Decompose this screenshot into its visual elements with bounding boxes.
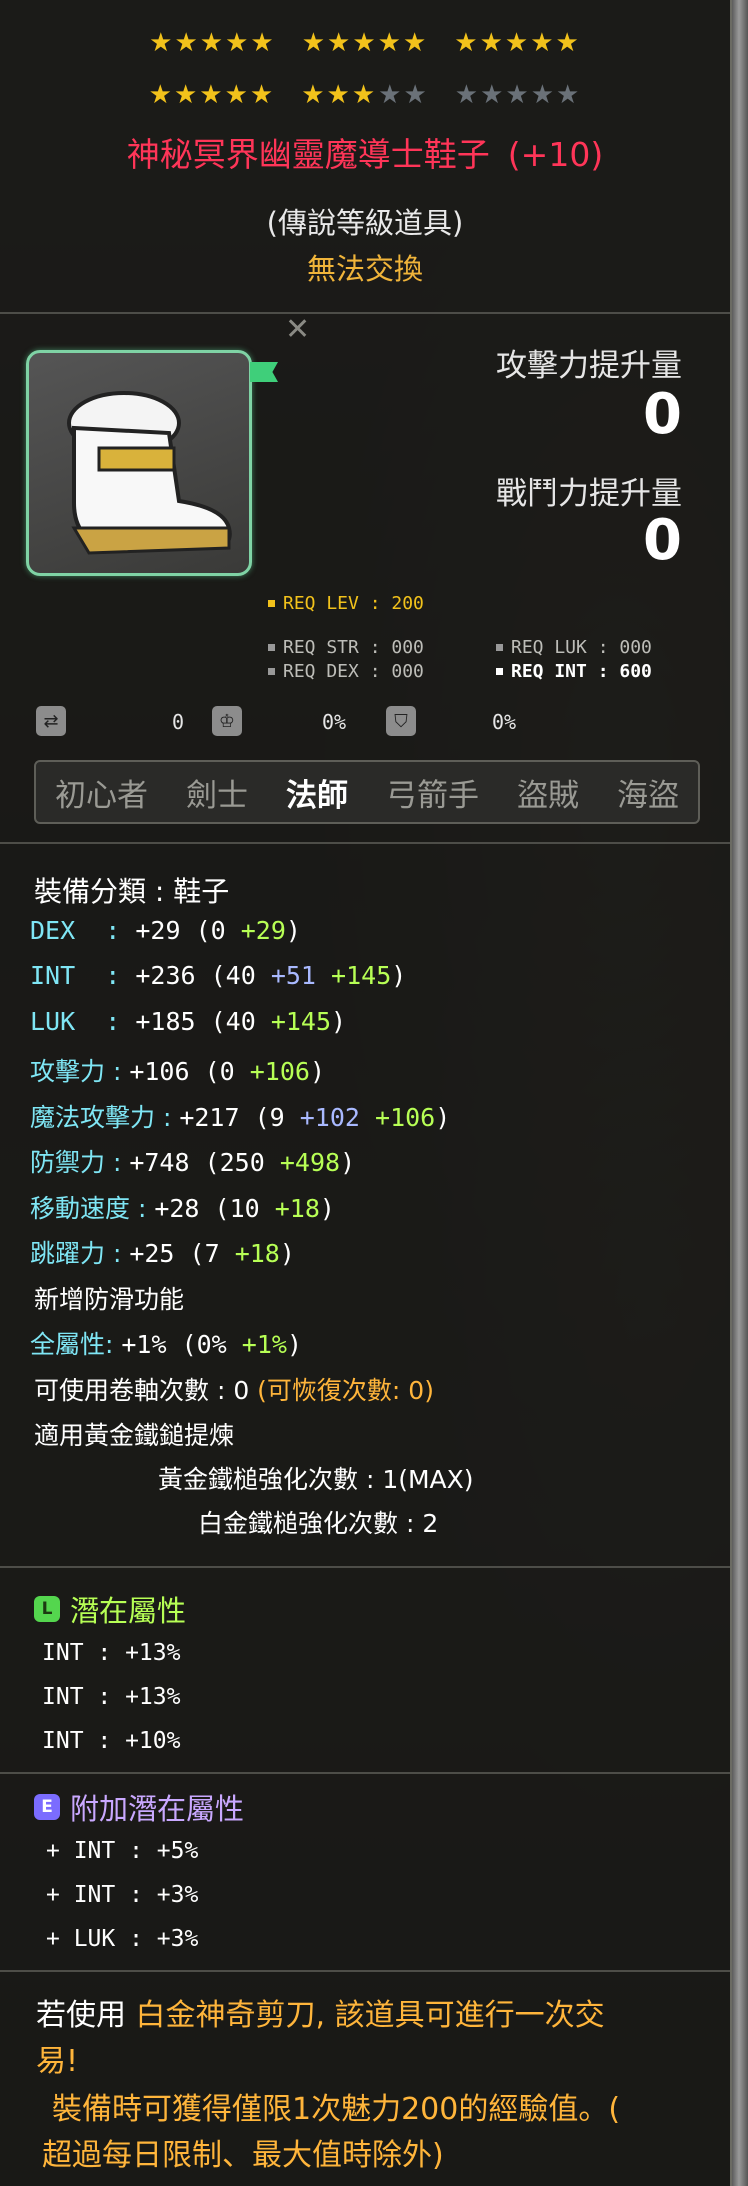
window-edge-scrollbar[interactable]: [730, 0, 748, 2186]
enhance-level: (+10): [507, 135, 604, 174]
misc-stats-row: ⇄ 0 ♔ 0% ⛉ 0%: [36, 706, 716, 746]
stat-defense: 防禦力 : +748 (250 +498): [30, 1148, 356, 1177]
req-str: REQ STR : 000: [268, 637, 424, 658]
divider: [0, 1566, 730, 1568]
item-name-text: 神秘冥界幽靈魔導士鞋子: [126, 135, 490, 174]
stat-int: INT : +236 (40 +51 +145): [30, 961, 407, 990]
equip-category: 裝備分類 : 鞋子: [34, 875, 230, 908]
potential-line-1: INT : +13%: [42, 1640, 181, 1666]
potential-line-2: INT : +13%: [42, 1684, 181, 1710]
item-icon-frame: [26, 350, 252, 576]
req-level: REQ LEV : 200: [268, 593, 424, 614]
job-magician: 法師: [286, 777, 348, 814]
job-beginner: 初心者: [55, 777, 148, 814]
bonus-potential-line-3: + LUK : +3%: [46, 1926, 199, 1952]
stat-speed: 移動速度 : +28 (10 +18): [30, 1194, 335, 1223]
golden-hammer-count: 黃金鐵槌強化次數 : 1(MAX): [158, 1465, 474, 1494]
platinum-hammer-count: 白金鐵槌強化次數 : 2: [198, 1509, 439, 1538]
item-tooltip: ★★★★★ ★★★★★ ★★★★★ ★★★★★ ★★★ ★★ ★★★★★ 神秘冥界…: [0, 0, 732, 2186]
star-force-row-1: ★★★★★ ★★★★★ ★★★★★: [149, 28, 581, 58]
mini-stat-3: 0%: [492, 710, 517, 734]
bonus-potential-line-1: + INT : +5%: [46, 1838, 199, 1864]
potential-line-3: INT : +10%: [42, 1728, 181, 1754]
attack-gain-label: 攻擊力提升量: [496, 348, 682, 384]
anti-slip-label: 新增防滑功能: [34, 1285, 185, 1314]
job-pirate: 海盜: [617, 777, 679, 814]
stat-dex: DEX : +29 (0 +29): [30, 916, 301, 945]
attack-gain-value: 0: [643, 382, 682, 447]
item-name: 神秘冥界幽靈魔導士鞋子 (+10): [0, 128, 730, 176]
epic-badge-icon: E: [34, 1794, 60, 1820]
star-force-row-2: ★★★★★ ★★★ ★★ ★★★★★: [148, 80, 582, 110]
shield-icon: ⛉: [386, 706, 416, 736]
potential-header: L 潛在屬性: [34, 1588, 186, 1630]
job-requirement-bar: 初心者 劍士 法師 弓箭手 盜賊 海盜: [34, 760, 700, 824]
job-archer: 弓箭手: [386, 777, 479, 814]
req-int: REQ INT : 600: [496, 661, 652, 682]
combat-gain-label: 戰鬥力提升量: [496, 476, 682, 512]
stat-all: 全屬性: +1% (0% +1%): [30, 1330, 303, 1359]
upgrade-icon: ⇄: [36, 706, 66, 736]
charm-note: 裝備時可獲得僅限1次魅力200的經驗值。(: [52, 2092, 621, 2127]
crown-icon: ♔: [212, 706, 242, 736]
charm-note-cont: 超過每日限制、最大值時除外): [42, 2138, 444, 2173]
legendary-badge-icon: L: [34, 1596, 60, 1622]
stat-luk: LUK : +185 (40 +145): [30, 1007, 347, 1036]
mini-stat-1: 0: [172, 710, 185, 734]
stat-attack: 攻擊力 : +106 (0 +106): [30, 1057, 326, 1086]
bonus-potential-line-2: + INT : +3%: [46, 1882, 199, 1908]
mini-stat-2: 0%: [322, 710, 347, 734]
divider: [0, 312, 730, 314]
divider: [0, 1970, 730, 1972]
rarity-label: (傳說等級道具): [266, 206, 464, 240]
req-luk: REQ LUK : 000: [496, 637, 652, 658]
trade-note-cont: 易!: [36, 2044, 79, 2079]
job-warrior: 劍士: [186, 777, 248, 814]
job-thief: 盜賊: [517, 777, 579, 814]
stat-jump: 跳躍力 : +25 (7 +18): [30, 1239, 295, 1268]
combat-gain-value: 0: [643, 508, 682, 573]
trade-note: 若使用 白金神奇剪刀, 該道具可進行一次交: [36, 1998, 605, 2033]
close-icon[interactable]: ✕: [285, 312, 310, 347]
flag-icon: [250, 362, 278, 382]
trade-restriction: 無法交換: [306, 252, 423, 286]
golden-hammer-apply: 適用黃金鐵鎚提煉: [34, 1421, 235, 1450]
req-dex: REQ DEX : 000: [268, 661, 424, 682]
stat-magic-attack: 魔法攻擊力 : +217 (9 +102 +106): [30, 1103, 451, 1132]
divider: [0, 1772, 730, 1774]
scroll-slots: 可使用卷軸次數 : 0 (可恢復次數: 0): [34, 1376, 434, 1405]
bonus-potential-header: E 附加潛在屬性: [34, 1786, 244, 1828]
divider: [0, 842, 730, 844]
boots-icon: [67, 391, 232, 555]
